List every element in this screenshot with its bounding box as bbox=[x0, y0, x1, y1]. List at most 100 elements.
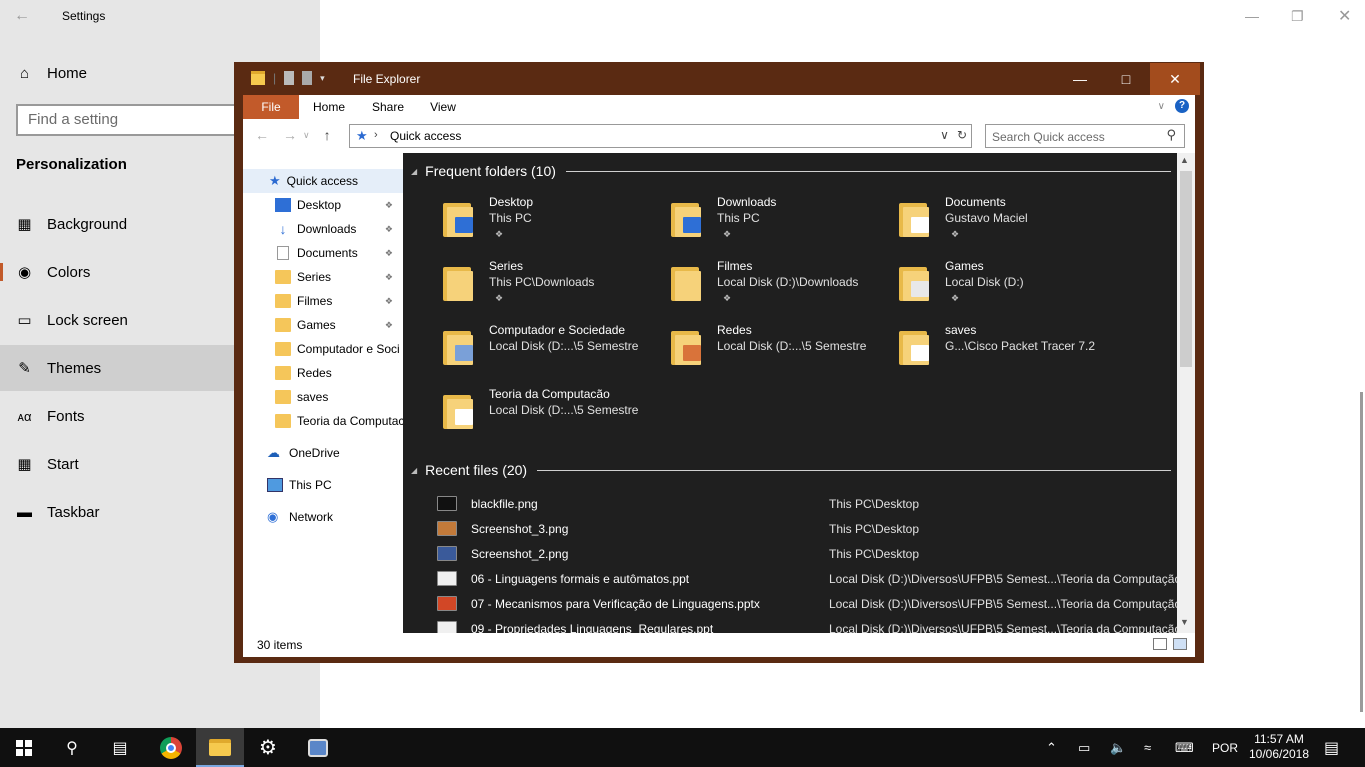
minimize-button[interactable]: — bbox=[1057, 63, 1103, 95]
scroll-up-icon[interactable]: ▲ bbox=[1180, 155, 1189, 165]
action-center-button[interactable]: ▤ bbox=[1324, 728, 1339, 767]
pin-icon[interactable]: ❖ bbox=[951, 293, 959, 304]
pin-icon[interactable]: ❖ bbox=[495, 229, 503, 240]
language-indicator[interactable]: POR bbox=[1212, 728, 1238, 767]
clock[interactable]: 11:57 AM 10/06/2018 bbox=[1248, 732, 1310, 762]
large-icons-view-icon[interactable] bbox=[1173, 638, 1187, 650]
network-icon: ◉ bbox=[267, 509, 279, 524]
tab-share[interactable]: Share bbox=[365, 95, 411, 119]
keyboard-indicator[interactable]: ⌨ bbox=[1175, 728, 1194, 767]
recent-file-row[interactable]: 07 - Mecanismos para Verificação de Ling… bbox=[437, 592, 1177, 617]
pin-icon[interactable]: ❖ bbox=[385, 320, 393, 331]
nav-network[interactable]: ◉ Network bbox=[243, 505, 403, 529]
nav-item-teoria[interactable]: Teoria da Computac bbox=[243, 409, 403, 433]
chrome-button[interactable] bbox=[147, 728, 195, 767]
chevron-down-icon[interactable]: ∨ bbox=[940, 128, 949, 142]
show-hidden-icons[interactable]: ⌃ bbox=[1046, 728, 1057, 767]
app-button[interactable] bbox=[294, 728, 342, 767]
nav-onedrive[interactable]: ☁ OneDrive bbox=[243, 441, 403, 465]
pin-icon[interactable]: ❖ bbox=[723, 229, 731, 240]
nav-this-pc[interactable]: This PC bbox=[243, 473, 403, 497]
expand-ribbon-icon[interactable]: ∨ bbox=[1158, 101, 1165, 112]
nav-item-documents[interactable]: Documents ❖ bbox=[243, 241, 403, 265]
close-button[interactable]: ✕ bbox=[1150, 63, 1200, 95]
pin-icon[interactable]: ❖ bbox=[385, 224, 393, 235]
taskbar-icon: ▬ bbox=[17, 503, 32, 521]
tab-home[interactable]: Home bbox=[305, 95, 353, 119]
nav-item-downloads[interactable]: ↓ Downloads ❖ bbox=[243, 217, 403, 241]
pin-icon[interactable]: ❖ bbox=[495, 293, 503, 304]
recent-locations-icon[interactable]: ∨ bbox=[303, 130, 310, 143]
recent-file-row[interactable]: Screenshot_3.png This PC\Desktop bbox=[437, 517, 1177, 542]
tab-view[interactable]: View bbox=[423, 95, 463, 119]
settings-scrollbar[interactable] bbox=[1360, 392, 1363, 712]
forward-arrow-icon[interactable]: → bbox=[283, 127, 297, 143]
recent-file-row[interactable]: Screenshot_2.png This PC\Desktop bbox=[437, 542, 1177, 567]
folder-tile[interactable]: Computador e Sociedade Local Disk (D:...\… bbox=[443, 323, 663, 383]
network-indicator[interactable]: ≈ bbox=[1144, 728, 1151, 767]
picture-icon: ▦ bbox=[17, 216, 32, 233]
maximize-button[interactable]: □ bbox=[1103, 63, 1149, 95]
restore-icon[interactable]: ❐ bbox=[1291, 8, 1304, 25]
folder-tile[interactable]: Desktop This PC ❖ bbox=[443, 195, 663, 255]
scroll-thumb[interactable] bbox=[1180, 171, 1192, 367]
chevron-right-icon[interactable]: › bbox=[374, 129, 378, 141]
folder-tile[interactable]: Redes Local Disk (D:...\5 Semestre bbox=[671, 323, 891, 383]
nav-item-computador[interactable]: Computador e Soci bbox=[243, 337, 403, 361]
nav-item-saves[interactable]: saves bbox=[243, 385, 403, 409]
properties-icon[interactable] bbox=[284, 71, 295, 85]
folder-tile[interactable]: Downloads This PC ❖ bbox=[671, 195, 891, 255]
nav-start-label: Start bbox=[47, 455, 79, 473]
minimize-icon[interactable]: — bbox=[1245, 8, 1259, 24]
nav-item-desktop[interactable]: Desktop ❖ bbox=[243, 193, 403, 217]
nav-quick-access[interactable]: ★ Quick access bbox=[243, 169, 403, 193]
battery-indicator[interactable]: ▭ bbox=[1078, 728, 1090, 767]
file-explorer-button[interactable] bbox=[196, 728, 244, 767]
folder-tile[interactable]: Games Local Disk (D:) ❖ bbox=[899, 259, 1119, 319]
recent-file-row[interactable]: blackfile.png This PC\Desktop bbox=[437, 492, 1177, 517]
settings-button[interactable]: ⚙ bbox=[244, 728, 292, 767]
volume-indicator[interactable]: 🔈 bbox=[1110, 728, 1126, 767]
search-button[interactable]: ⚲ bbox=[48, 728, 96, 767]
start-button[interactable] bbox=[0, 728, 48, 767]
back-arrow-icon[interactable]: ← bbox=[255, 127, 269, 143]
nav-item-series[interactable]: Series ❖ bbox=[243, 265, 403, 289]
file-name: Screenshot_2.png bbox=[471, 547, 569, 561]
folder-tile[interactable]: Documents Gustavo Maciel ❖ bbox=[899, 195, 1119, 255]
details-view-icon[interactable] bbox=[1153, 638, 1167, 650]
search-input[interactable]: Search Quick access ⚲ bbox=[985, 124, 1185, 148]
content-scrollbar[interactable]: ▲ ▼ bbox=[1177, 153, 1195, 633]
recent-file-row[interactable]: 09 - Propriedades Linguagens_Regulares.p… bbox=[437, 617, 1177, 633]
nav-item-redes[interactable]: Redes bbox=[243, 361, 403, 385]
pin-icon[interactable]: ❖ bbox=[951, 229, 959, 240]
help-icon[interactable]: ? bbox=[1175, 99, 1189, 113]
address-bar[interactable]: ★ › Quick access ∨ ↻ bbox=[349, 124, 972, 148]
pin-icon[interactable]: ❖ bbox=[385, 200, 393, 211]
recent-file-row[interactable]: 06 - Linguagens formais e autômatos.ppt L… bbox=[437, 567, 1177, 592]
folder-name: Downloads bbox=[717, 195, 777, 209]
refresh-icon[interactable]: ↻ bbox=[957, 128, 967, 142]
pin-icon[interactable]: ❖ bbox=[385, 272, 393, 283]
pin-icon[interactable]: ❖ bbox=[723, 293, 731, 304]
pin-icon[interactable]: ❖ bbox=[385, 296, 393, 307]
folder-tile[interactable]: saves G...\Cisco Packet Tracer 7.2 bbox=[899, 323, 1119, 383]
up-arrow-icon[interactable]: ↑ bbox=[324, 127, 331, 143]
recent-files-header[interactable]: ◢ Recent files (20) bbox=[411, 462, 1171, 478]
nav-item-filmes[interactable]: Filmes ❖ bbox=[243, 289, 403, 313]
close-icon[interactable]: ✕ bbox=[1338, 6, 1351, 26]
folder-icon bbox=[209, 739, 231, 756]
tab-file[interactable]: File bbox=[243, 95, 299, 119]
folder-tile[interactable]: Teoria da Computacão Local Disk (D:...\5 … bbox=[443, 387, 663, 447]
frequent-folders-header[interactable]: ◢ Frequent folders (10) bbox=[411, 163, 1171, 179]
chevron-down-icon[interactable]: ▾ bbox=[320, 73, 325, 84]
scroll-down-icon[interactable]: ▼ bbox=[1180, 617, 1189, 627]
new-folder-icon[interactable] bbox=[302, 71, 313, 85]
explorer-title-bar[interactable]: | ▾ File Explorer — □ ✕ bbox=[235, 63, 1203, 95]
back-arrow-icon[interactable]: ← bbox=[14, 7, 30, 25]
task-view-button[interactable]: ▤ bbox=[96, 728, 144, 767]
folder-tile[interactable]: Series This PC\Downloads ❖ bbox=[443, 259, 663, 319]
folder-tile[interactable]: Filmes Local Disk (D:)\Downloads ❖ bbox=[671, 259, 891, 319]
pin-icon[interactable]: ❖ bbox=[385, 248, 393, 259]
nav-item-games[interactable]: Games ❖ bbox=[243, 313, 403, 337]
nav-taskbar-label: Taskbar bbox=[47, 503, 100, 521]
